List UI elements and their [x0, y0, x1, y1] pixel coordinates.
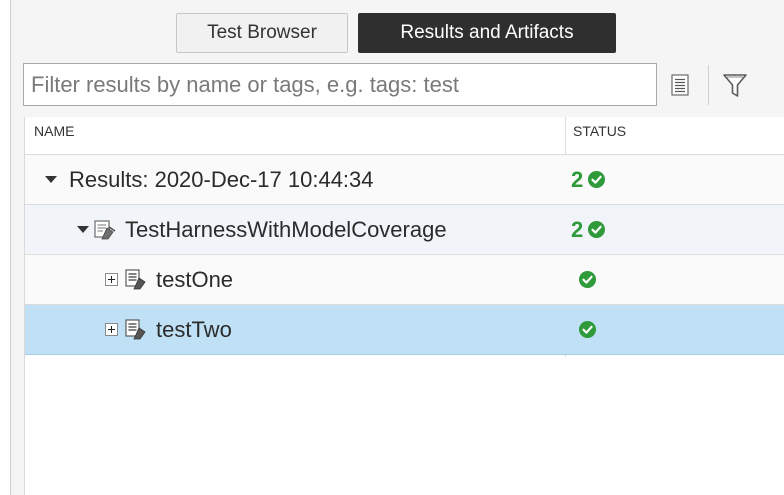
test-case-icon [124, 318, 148, 341]
funnel-filter-icon[interactable] [719, 69, 751, 101]
row-label: TestHarnessWithModelCoverage [125, 216, 447, 242]
filter-toolbar [11, 63, 784, 109]
tab-bar: Test Browser Results and Artifacts [11, 13, 784, 55]
name-cell: Results: 2020-Dec-17 10:44:34 [45, 155, 374, 204]
row-label: Results: 2020-Dec-17 10:44:34 [69, 166, 374, 192]
column-header-name[interactable]: NAME [34, 117, 74, 154]
row-label: testTwo [156, 316, 232, 342]
table-row-test-suite[interactable]: TestHarnessWithModelCoverage 2 [25, 205, 784, 255]
column-header-status[interactable]: STATUS [573, 117, 626, 154]
name-cell: testTwo [105, 305, 232, 354]
status-cell: 2 [571, 155, 606, 204]
name-cell: TestHarnessWithModelCoverage [77, 205, 447, 254]
expand-plus-icon[interactable] [105, 273, 118, 286]
tab-test-browser[interactable]: Test Browser [176, 13, 348, 53]
check-circle-icon [588, 221, 606, 238]
test-case-icon [124, 268, 148, 291]
pass-count: 2 [571, 216, 584, 242]
status-cell [571, 305, 596, 354]
test-suite-icon [93, 219, 117, 241]
tab-results-and-artifacts[interactable]: Results and Artifacts [358, 13, 616, 53]
list-view-icon[interactable] [664, 69, 696, 101]
check-circle-icon [579, 271, 596, 288]
table-row-results-root[interactable]: Results: 2020-Dec-17 10:44:34 2 [25, 155, 784, 205]
caret-down-icon[interactable] [45, 176, 57, 183]
table-row-test-case[interactable]: testOne [25, 255, 784, 305]
results-panel: Test Browser Results and Artifacts NAME [10, 0, 784, 495]
check-circle-icon [579, 321, 596, 338]
status-cell: 2 [571, 205, 606, 254]
row-label: testOne [156, 266, 234, 292]
table-row-test-case-selected[interactable]: testTwo [25, 305, 784, 355]
expand-plus-icon[interactable] [105, 323, 118, 336]
filter-input[interactable] [23, 63, 657, 106]
check-circle-icon [588, 171, 606, 188]
name-cell: testOne [105, 255, 233, 304]
results-table: NAME STATUS Results: 2020-Dec-17 10:44:3… [24, 117, 784, 495]
status-cell [571, 255, 596, 304]
pass-count: 2 [571, 166, 584, 192]
caret-down-icon[interactable] [77, 226, 89, 233]
toolbar-separator [708, 65, 709, 105]
table-header: NAME STATUS [25, 117, 784, 155]
